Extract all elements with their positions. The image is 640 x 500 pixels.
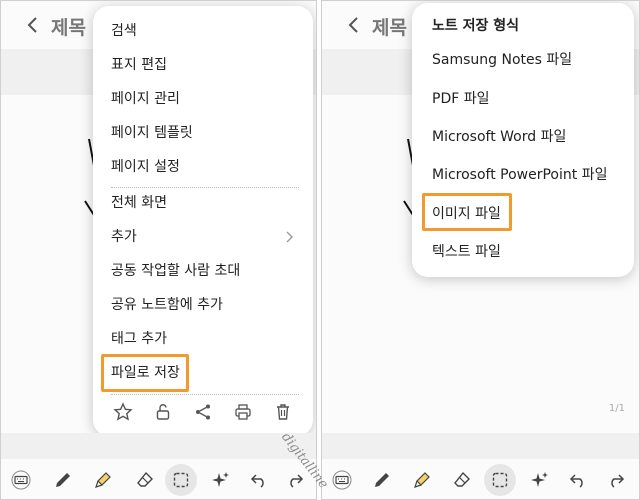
back-arrow-icon[interactable]	[344, 15, 364, 35]
keyboard-icon	[332, 470, 352, 490]
pen-tool[interactable]	[47, 464, 79, 496]
eraser-tool[interactable]	[129, 464, 161, 496]
selection-icon	[492, 472, 508, 488]
ai-assist-tool[interactable]	[524, 464, 556, 496]
drawing-toolbar	[1, 459, 316, 499]
highlighter-icon	[95, 472, 111, 488]
unlock-icon[interactable]	[153, 402, 173, 422]
highlighter-icon	[414, 472, 430, 488]
more-options-menu: 검색 표지 편집 페이지 관리 페이지 템플릿 페이지 설정 전체 화면 추가 …	[93, 6, 313, 436]
undo-button[interactable]	[243, 464, 275, 496]
redo-icon	[611, 474, 625, 488]
menu-item-add[interactable]: 추가	[93, 220, 313, 254]
pen-icon	[56, 473, 70, 487]
menu-item-search[interactable]: 검색	[93, 14, 313, 48]
back-arrow-icon[interactable]	[23, 15, 43, 35]
selection-icon	[173, 472, 189, 488]
highlight-box-save-as-file	[101, 354, 189, 392]
canvas-band-bottom	[322, 433, 639, 459]
selection-tool[interactable]	[165, 464, 197, 496]
menu-item-add-label: 추가	[111, 229, 137, 245]
save-format-title: 노트 저장 형식	[432, 18, 520, 34]
star-icon[interactable]	[113, 402, 133, 422]
print-icon[interactable]	[233, 402, 253, 422]
highlighter-tool[interactable]	[87, 464, 119, 496]
eraser-tool[interactable]	[446, 464, 478, 496]
note-title: 제목	[51, 17, 86, 39]
menu-item-page-template[interactable]: 페이지 템플릿	[93, 116, 313, 150]
left-screen: 제목 검색 표지 편집 페이지 관리 페이지 템플릿 페이지 설정 전체 화면 …	[0, 0, 317, 500]
selection-tool[interactable]	[484, 464, 516, 496]
highlighter-tool[interactable]	[406, 464, 438, 496]
keyboard-tool[interactable]	[5, 464, 37, 496]
eraser-icon	[454, 471, 470, 487]
menu-item-invite-collaborators[interactable]: 공동 작업할 사람 초대	[93, 254, 313, 288]
format-item-powerpoint[interactable]: Microsoft PowerPoint 파일	[412, 158, 634, 192]
save-format-menu: 노트 저장 형식 Samsung Notes 파일 PDF 파일 Microso…	[412, 3, 634, 277]
highlight-box-image-file	[422, 193, 512, 231]
redo-icon	[290, 474, 304, 488]
ai-sparkle-icon	[531, 472, 548, 487]
format-item-word[interactable]: Microsoft Word 파일	[412, 120, 634, 154]
ai-sparkle-icon	[212, 472, 229, 487]
format-item-samsung-notes[interactable]: Samsung Notes 파일	[412, 43, 634, 77]
ai-assist-tool[interactable]	[205, 464, 237, 496]
undo-button[interactable]	[562, 464, 594, 496]
menu-item-add-to-shared-notebook[interactable]: 공유 노트함에 추가	[93, 288, 313, 322]
menu-item-page-settings[interactable]: 페이지 설정	[93, 150, 313, 184]
page-counter: 1/1	[608, 403, 625, 414]
format-item-pdf[interactable]: PDF 파일	[412, 82, 634, 116]
pen-tool[interactable]	[366, 464, 398, 496]
redo-button[interactable]	[600, 464, 632, 496]
menu-item-edit-cover[interactable]: 표지 편집	[93, 48, 313, 82]
menu-item-full-screen[interactable]: 전체 화면	[93, 186, 313, 220]
undo-icon	[250, 474, 264, 488]
trash-icon[interactable]	[273, 402, 293, 422]
format-item-text[interactable]: 텍스트 파일	[412, 235, 634, 269]
canvas-band-bottom	[1, 433, 316, 459]
menu-quick-actions	[93, 398, 313, 428]
menu-divider	[111, 394, 299, 395]
keyboard-icon	[11, 470, 31, 490]
chevron-right-icon	[286, 231, 293, 243]
menu-item-manage-pages[interactable]: 페이지 관리	[93, 82, 313, 116]
pen-icon	[375, 473, 389, 487]
undo-icon	[569, 474, 583, 488]
keyboard-tool[interactable]	[326, 464, 358, 496]
share-icon[interactable]	[193, 402, 213, 422]
eraser-icon	[137, 471, 153, 487]
drawing-toolbar	[322, 459, 639, 499]
note-title: 제목	[372, 17, 407, 39]
right-screen: 제목 노트 저장 형식 Samsung Notes 파일 PDF 파일 Micr…	[321, 0, 640, 500]
menu-item-add-tag[interactable]: 태그 추가	[93, 322, 313, 356]
